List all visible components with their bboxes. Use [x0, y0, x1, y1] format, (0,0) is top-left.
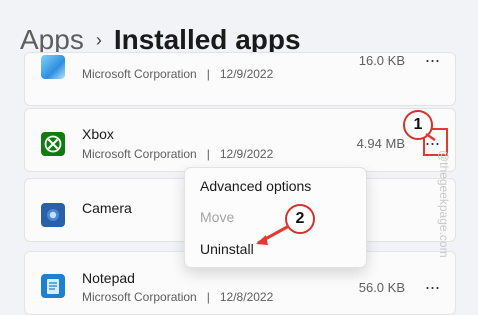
arrow-annotation — [256, 132, 436, 245]
watermark: @thegeekpage.com — [437, 150, 451, 258]
